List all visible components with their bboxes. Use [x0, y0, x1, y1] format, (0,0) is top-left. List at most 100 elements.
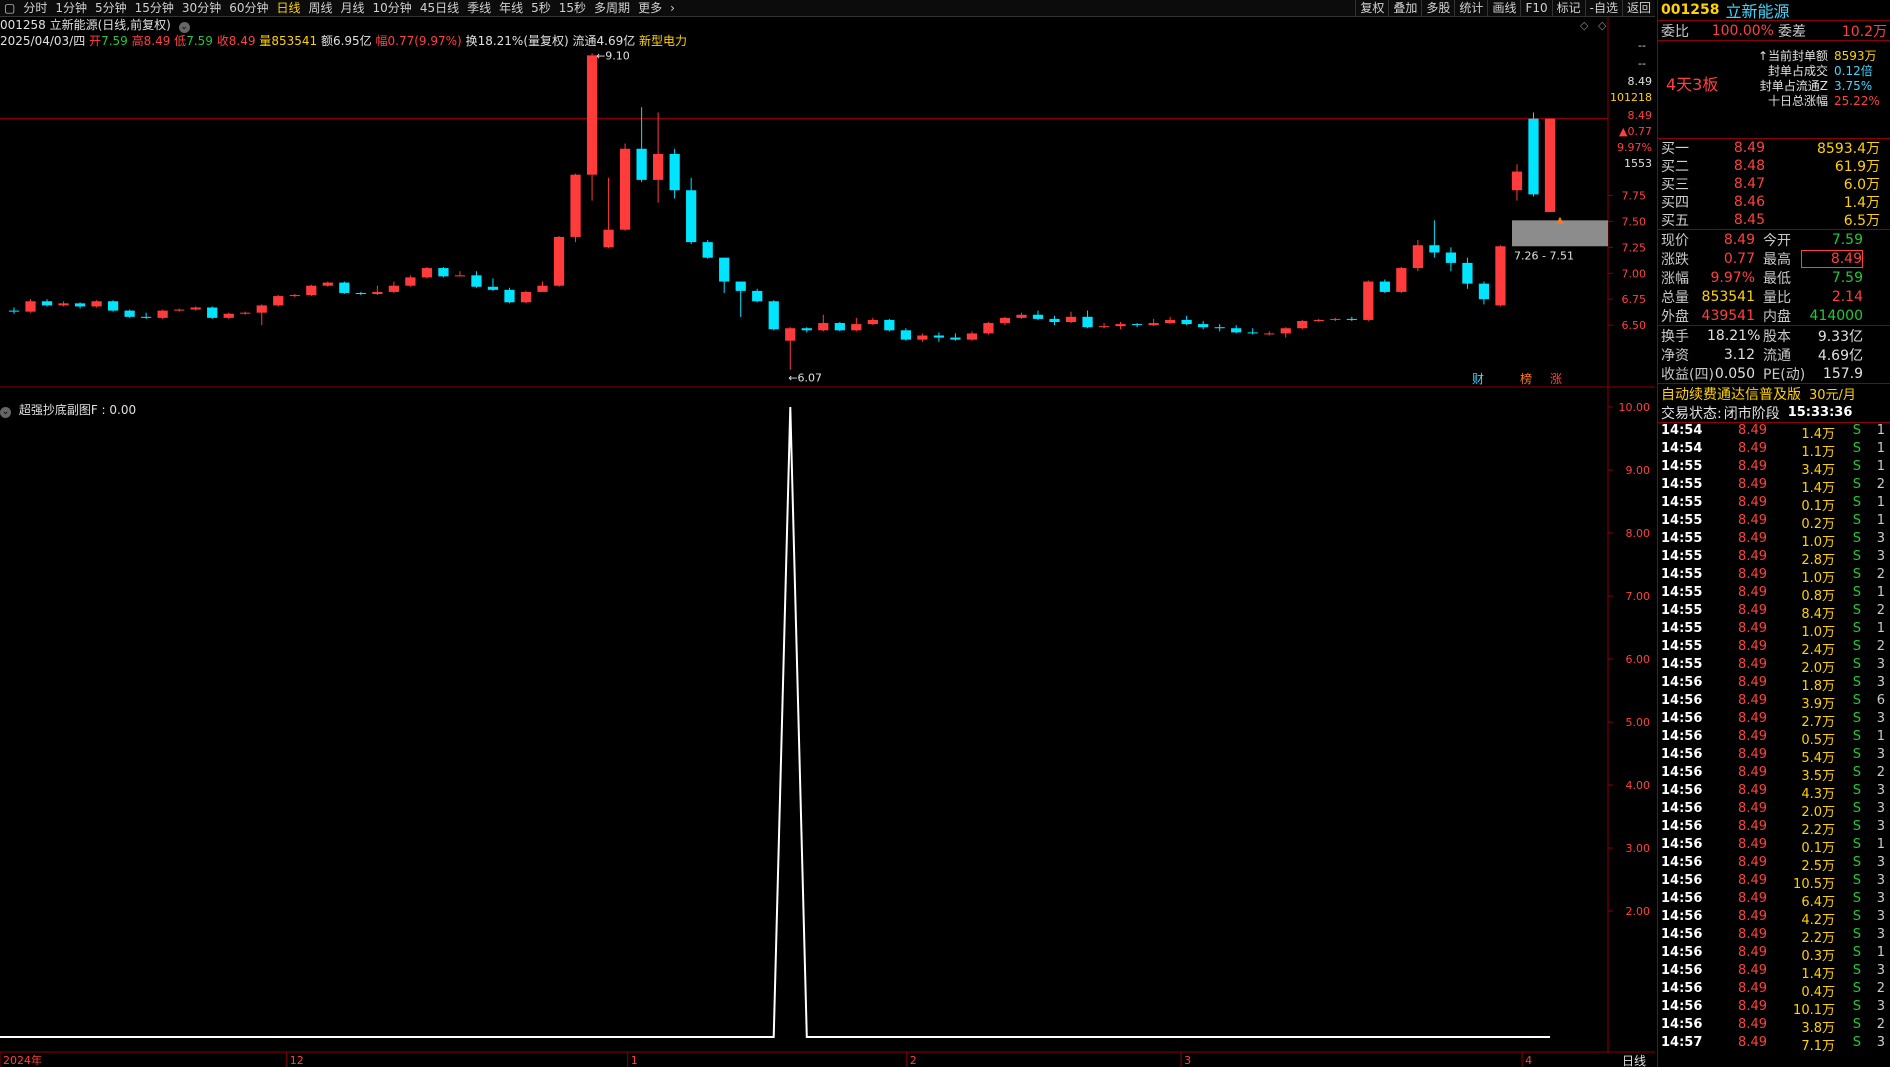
stat-value: 439541 [1701, 307, 1755, 324]
tick-cell: 8.49 [1738, 945, 1767, 960]
period-tab[interactable]: 15秒 [555, 0, 590, 16]
toolbar-button[interactable]: F10 [1520, 0, 1551, 16]
period-tab[interactable]: 30分钟 [178, 0, 225, 16]
tick-cell: 14:56 [1661, 927, 1703, 942]
chart-svg: 7.75 7.50 7.25 7.00 6.75 6.50 -- -- 8.49 101218 8.… [0, 17, 1655, 1067]
candle-body [735, 281, 746, 291]
tick-cell: 2.8万 [1801, 553, 1835, 568]
period-tab[interactable]: 45日线 [416, 0, 463, 16]
tick-cell: 3.5万 [1801, 769, 1835, 784]
period-tab[interactable]: 分时 [19, 0, 51, 16]
candle-body [603, 229, 614, 248]
promo-row[interactable]: 自动续费通达信普及版 30元/月 [1658, 383, 1890, 403]
candle-body [1280, 328, 1291, 334]
bid-row[interactable]: 买一 8.49 8593.4万 [1658, 139, 1890, 157]
tick-cell: 2 [1876, 765, 1885, 780]
candles [8, 53, 1556, 370]
stock-name[interactable]: 立新能源 [1725, 0, 1789, 22]
diamond-icon[interactable]: ◇ [1580, 19, 1589, 32]
indicator-collapse-icon[interactable]: ⌄ [0, 407, 11, 418]
tick-row: 14:55 8.49 3.4万 S 1 [1661, 459, 1890, 478]
stat-label: 量比 [1763, 289, 1791, 306]
period-tab[interactable]: 60分钟 [225, 0, 272, 16]
candle-body [41, 301, 53, 306]
tick-cell: 1 [1876, 423, 1885, 438]
toolbar-button[interactable]: -自选 [1584, 0, 1622, 16]
seal-info-item: 封单占流通Z 3.75% [1736, 77, 1880, 93]
menu-icon[interactable]: ▢ [0, 0, 19, 16]
event-badge[interactable]: 涨 [1550, 371, 1562, 386]
tick-cell: S [1852, 819, 1861, 834]
seal-info-label: 十日总涨幅 [1767, 94, 1828, 108]
trade-time: 15:33:36 [1787, 405, 1853, 420]
event-badge[interactable]: 财 [1472, 372, 1484, 386]
event-badge[interactable]: 榜 [1520, 371, 1532, 386]
candle-body [752, 290, 763, 302]
candle-body [702, 242, 713, 258]
more-arrow-icon[interactable]: › [666, 0, 679, 16]
period-tab[interactable]: 10分钟 [369, 0, 416, 16]
tick-cell: 0.2万 [1801, 517, 1835, 532]
sector-link[interactable]: 新型电力 [639, 34, 687, 48]
toolbar-button[interactable]: 标记 [1551, 0, 1585, 16]
period-tab[interactable]: 季线 [463, 0, 495, 16]
tick-row: 14:56 8.49 6.4万 S 3 [1661, 891, 1890, 910]
bid-row[interactable]: 买五 8.45 6.5万 [1658, 211, 1890, 229]
promo-text[interactable]: 自动续费通达信普及版 [1661, 384, 1801, 404]
diamond-icon[interactable]: ◇ [1598, 19, 1607, 32]
tick-cell: 14:56 [1661, 873, 1703, 888]
period-label[interactable]: 日线 [1622, 1054, 1646, 1067]
toolbar-button[interactable]: 画线 [1487, 0, 1520, 16]
bid-volume: 6.5万 [1843, 213, 1880, 229]
candle-body [1429, 245, 1440, 253]
tick-cell: 1 [1876, 621, 1885, 636]
period-tab[interactable]: 周线 [305, 0, 337, 16]
chart-area[interactable]: 7.75 7.50 7.25 7.00 6.75 6.50 -- -- 8.49 101218 8.… [0, 17, 1655, 1067]
promo-price[interactable]: 30元/月 [1809, 384, 1856, 403]
candle-body [1231, 328, 1242, 333]
period-tab[interactable]: 更多 [634, 0, 666, 16]
tick-row: 14:56 8.49 5.4万 S 3 [1661, 747, 1890, 766]
period-tab[interactable]: 5分钟 [91, 0, 131, 16]
tick-cell: 8.49 [1738, 981, 1767, 996]
tick-cell: 14:55 [1661, 477, 1703, 492]
tick-cell: 1 [1876, 837, 1885, 852]
toolbar-button[interactable]: 复权 [1355, 0, 1388, 16]
period-tab[interactable]: 15分钟 [131, 0, 178, 16]
tick-row: 14:56 8.49 0.5万 S 1 [1661, 729, 1890, 748]
tick-cell: 2.5万 [1801, 859, 1835, 874]
toolbar-button[interactable]: 统计 [1454, 0, 1487, 16]
period-tab[interactable]: 1分钟 [51, 0, 91, 16]
candle-body [686, 190, 697, 243]
tick-cell: S [1852, 855, 1861, 870]
period-tab[interactable]: 日线 [272, 0, 304, 16]
bid-row[interactable]: 买三 8.47 6.0万 [1658, 175, 1890, 193]
bid-label: 买二 [1661, 159, 1689, 175]
toolbar-button[interactable]: 叠加 [1388, 0, 1421, 16]
tick-cell: S [1852, 495, 1861, 510]
stat-label: 涨幅 [1661, 270, 1689, 287]
bid-row[interactable]: 买四 8.46 1.4万 [1658, 193, 1890, 211]
tick-row: 14:56 8.49 0.4万 S 2 [1661, 981, 1890, 1000]
bid-row[interactable]: 买二 8.48 61.9万 [1658, 157, 1890, 175]
candle-body [1131, 324, 1143, 326]
period-tab[interactable]: 年线 [495, 0, 527, 16]
tick-cell: 14:55 [1661, 639, 1703, 654]
tick-cell: 14:56 [1661, 999, 1703, 1014]
period-tab[interactable]: 月线 [337, 0, 369, 16]
tick-cell: 2 [1876, 639, 1885, 654]
collapse-icon[interactable]: ⌄ [178, 22, 190, 33]
toolbar-button[interactable]: 返回 [1621, 0, 1655, 16]
period-tab[interactable]: 多周期 [590, 0, 634, 16]
tick-cell: 1 [1876, 495, 1885, 510]
tick-row: 14:56 8.49 2.2万 S 3 [1661, 927, 1890, 946]
period-tab[interactable]: 5秒 [527, 0, 555, 16]
time-tick-label: 1 [631, 1054, 638, 1067]
tick-cell: S [1852, 837, 1861, 852]
tick-cell: S [1852, 621, 1861, 636]
seal-info-box: 4天3板 ↑当前封单额 8593万 封单占成交 0.12倍 封单占流通Z 3.75% 十日总… [1658, 40, 1890, 138]
tick-row: 14:55 8.49 0.1万 S 1 [1661, 495, 1890, 514]
toolbar-button[interactable]: 多股 [1421, 0, 1454, 16]
tick-list[interactable]: 14:54 8.49 1.4万 S 1 14:54 8.49 1.1万 S 1 14:55 8.49 3… [1658, 422, 1890, 1054]
candle-body [950, 337, 961, 340]
